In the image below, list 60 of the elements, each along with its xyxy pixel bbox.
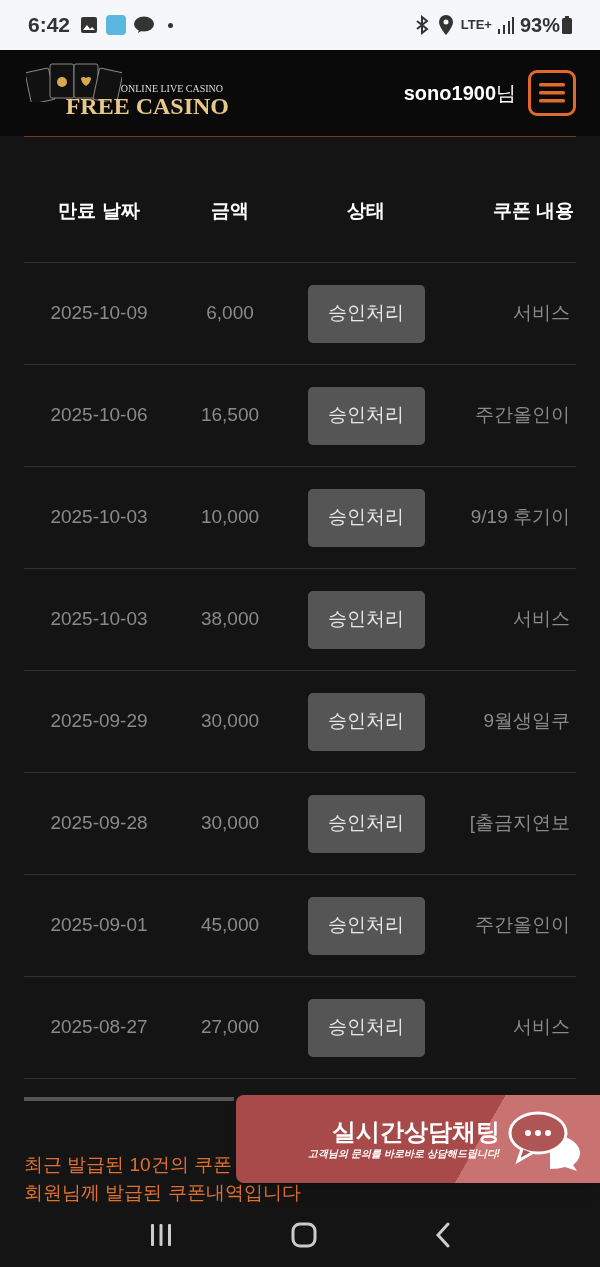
battery-icon	[562, 16, 572, 34]
date-cell-text: 2025-10-03	[49, 505, 149, 530]
amount-cell-text: 6,000	[205, 301, 255, 326]
network-label: LTE+	[460, 16, 492, 35]
amount-cell-text: 10,000	[199, 505, 261, 530]
chat-banner-subtitle: 고객님의 문의를 바로바로 상담해드립니다!	[308, 1147, 500, 1161]
home-icon[interactable]	[291, 1222, 317, 1248]
logo-name: FREE CASINO	[65, 94, 229, 118]
status-button[interactable]: 승인처리	[307, 488, 425, 547]
content-cell-text: 주간올인이	[474, 913, 571, 938]
status-button[interactable]: 승인처리	[307, 692, 425, 751]
signal-icon	[497, 16, 514, 34]
content-cell-text: 서비스	[512, 301, 571, 326]
recent-apps-icon[interactable]	[149, 1223, 173, 1247]
location-icon	[438, 15, 453, 35]
amount-cell-text: 38,000	[199, 607, 261, 632]
amount-cell-text: 30,000	[199, 709, 261, 734]
status-button[interactable]: 승인처리	[307, 284, 425, 343]
date-cell-text: 2025-09-01	[49, 913, 149, 938]
status-button[interactable]: 승인처리	[307, 794, 425, 853]
app-icon	[106, 15, 127, 35]
chat-icon	[134, 16, 155, 34]
note-text: 회원님께 발급된 쿠폰내역입니다	[24, 1181, 301, 1205]
content-cell-text: 서비스	[512, 607, 571, 632]
date-cell-text: 2025-10-06	[49, 403, 149, 428]
date-cell-text: 2025-09-29	[49, 709, 149, 734]
live-chat-banner[interactable]: 실시간상담채팅 고객님의 문의를 바로바로 상담해드립니다!	[236, 1095, 600, 1183]
column-header: 금액	[210, 199, 250, 224]
clock: 6:42	[28, 12, 71, 39]
note-text: 최근 발급된 10건의 쿠폰	[24, 1153, 232, 1177]
back-icon[interactable]	[435, 1222, 451, 1248]
content-cell-text: 주간올인이	[474, 403, 571, 428]
logo[interactable]: ONLINE LIVE CASINO FREE CASINO	[24, 68, 229, 118]
content-cell-text: 서비스	[512, 1015, 571, 1040]
column-header: 쿠폰 내용	[491, 199, 575, 224]
status-button[interactable]: 승인처리	[307, 998, 425, 1057]
amount-cell-text: 16,500	[199, 403, 261, 428]
image-icon	[80, 16, 99, 34]
content-cell-text: 9/19 후기이	[469, 505, 571, 530]
date-cell-text: 2025-08-27	[49, 1015, 149, 1040]
column-header: 상태	[346, 199, 386, 224]
battery-level: 93%	[519, 13, 560, 38]
date-cell-text: 2025-10-09	[49, 301, 149, 326]
status-button[interactable]: 승인처리	[307, 896, 425, 955]
menu-icon	[539, 83, 565, 103]
content-cell-text: [출금지연보	[468, 811, 571, 836]
date-cell-text: 2025-09-28	[49, 811, 149, 836]
status-button[interactable]: 승인처리	[307, 386, 425, 445]
username: sono1900님	[403, 81, 516, 106]
content-cell-text: 9월생일쿠	[482, 709, 571, 734]
date-cell-text: 2025-10-03	[49, 607, 149, 632]
amount-cell-text: 45,000	[199, 913, 261, 938]
logo-tagline: ONLINE LIVE CASINO	[120, 84, 223, 94]
chat-banner-title: 실시간상담채팅	[332, 1117, 500, 1147]
bluetooth-icon	[414, 15, 429, 35]
amount-cell-text: 27,000	[199, 1015, 261, 1040]
menu-button[interactable]	[528, 70, 576, 116]
column-header: 만료 날짜	[57, 199, 141, 224]
amount-cell-text: 30,000	[199, 811, 261, 836]
status-button[interactable]: 승인처리	[307, 590, 425, 649]
